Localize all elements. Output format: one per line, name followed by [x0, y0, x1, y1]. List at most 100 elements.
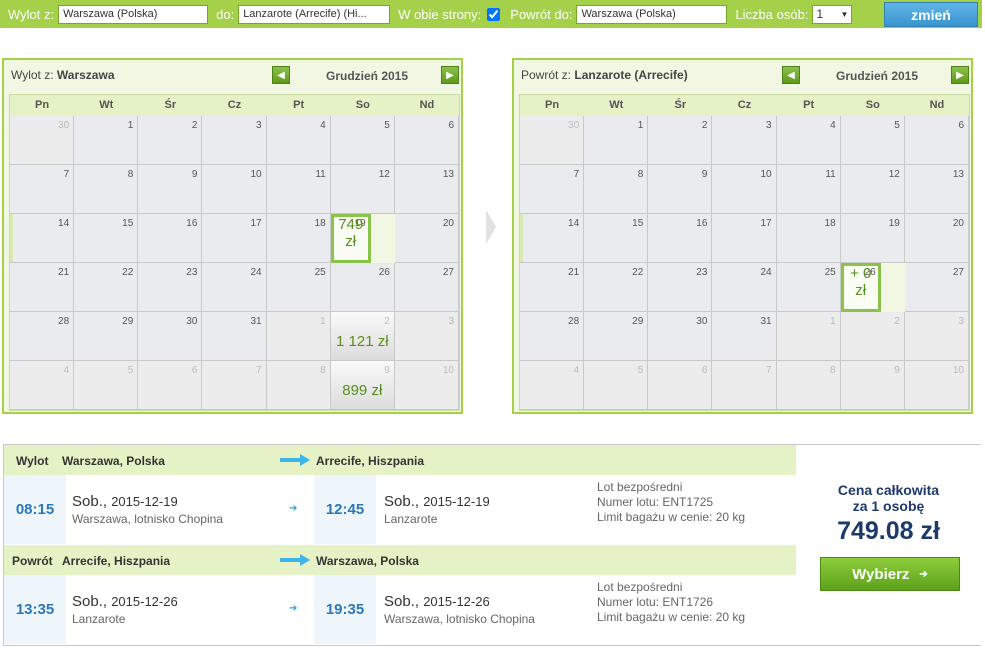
- day-number: 17: [760, 218, 772, 229]
- inbound-flight-number: Numer lotu: ENT1726: [597, 595, 714, 609]
- calendar-day: 5: [74, 361, 139, 410]
- arrow-right-icon: ➔: [289, 603, 298, 614]
- calendar-day-priced[interactable]: 2 1 121 zł: [330, 312, 395, 361]
- calendar-day: 13: [904, 165, 969, 214]
- day-number: 15: [122, 218, 134, 229]
- calendar-day: 22: [74, 263, 139, 312]
- weekday-2: Śr: [674, 99, 687, 111]
- day-number: 3: [448, 316, 454, 327]
- weekday-4: Pt: [803, 99, 815, 111]
- calendar-day: 10: [712, 165, 777, 214]
- calendar-day: 28: [520, 312, 585, 361]
- calendar-day: 16: [648, 214, 713, 263]
- calendar-day-priced[interactable]: 19 749 zł: [330, 214, 371, 263]
- arrow-right-icon: [280, 554, 310, 566]
- day-price: 1 121 zł: [336, 333, 389, 350]
- day-number: 5: [637, 365, 644, 376]
- calendar-day-priced[interactable]: 9 899 zł: [330, 361, 395, 410]
- outbound-dep-place: Warszawa, lotnisko Chopina: [72, 512, 223, 526]
- day-number: 7: [63, 169, 70, 180]
- day-number: 22: [122, 267, 134, 278]
- calendar-day: 31: [712, 312, 777, 361]
- prev-month-icon[interactable]: ◀: [272, 66, 290, 84]
- day-number: 24: [760, 267, 772, 278]
- day-number: 18: [824, 218, 836, 229]
- day-number: 26: [378, 267, 390, 278]
- weekday-0: Pn: [35, 99, 50, 111]
- calendar-day: 5: [840, 116, 905, 165]
- day-number: 10: [760, 169, 772, 180]
- calendar-day: 8: [266, 361, 331, 410]
- weekday-header: Pn Wt Śr Cz Pt So Nd: [10, 95, 459, 116]
- people-label: Liczba osób:: [735, 6, 809, 22]
- day-number: 2: [191, 120, 198, 131]
- inbound-dep-time: 13:35: [4, 575, 66, 644]
- calendar-day: 3: [712, 116, 777, 165]
- day-number: 30: [696, 316, 708, 327]
- both-ways-checkbox[interactable]: [487, 7, 501, 21]
- day-number: 20: [442, 218, 454, 229]
- calendar-day: 1: [776, 312, 841, 361]
- outbound-header: Wylot Warszawa, Polska Arrecife, Hiszpan…: [4, 445, 796, 475]
- return-calendar: Powrót z: Lanzarote (Arrecife) ◀ Grudzie…: [512, 58, 973, 414]
- day-number: 30: [58, 120, 70, 131]
- change-search-button[interactable]: zmień: [884, 2, 978, 27]
- day-number: 1: [637, 120, 644, 131]
- both-ways-label: W obie strony:: [398, 6, 482, 22]
- weekday-1: Wt: [99, 99, 114, 111]
- day-number: 7: [573, 169, 580, 180]
- weekday-6: Nd: [929, 99, 945, 111]
- select-button-label: Wybierz: [852, 565, 910, 583]
- from-label: Wylot z:: [8, 6, 55, 22]
- calendar-day: 30: [520, 116, 585, 165]
- next-month-icon[interactable]: ▶: [441, 66, 459, 84]
- day-number: 28: [568, 316, 580, 327]
- people-select[interactable]: 1 ▼: [812, 4, 853, 24]
- outbound-month: Grudzień 2015: [326, 69, 409, 83]
- day-number: 2: [894, 316, 900, 327]
- calendar-day: 2: [840, 312, 905, 361]
- calendar-day: 4: [10, 361, 75, 410]
- day-number: 5: [127, 365, 134, 376]
- inbound-details: 13:35 Sob., 2015-12-26 Lanzarote ➔ 19:35…: [4, 575, 796, 644]
- inbound-arr-day: Sob.,: [384, 593, 420, 610]
- price-label-line1: Cena całkowita: [837, 482, 940, 498]
- from-input[interactable]: [58, 4, 209, 24]
- calendar-day: 10: [394, 361, 459, 410]
- calendar-day-priced[interactable]: 26 + 0 zł: [840, 263, 881, 312]
- return-title-city: Lanzarote (Arrecife): [574, 68, 688, 82]
- outbound-label: Wylot: [16, 454, 49, 468]
- calendar-day: 15: [74, 214, 139, 263]
- return-input[interactable]: [576, 4, 728, 24]
- day-number: 8: [637, 169, 644, 180]
- outbound-calendar-title: Wylot z: Warszawa: [11, 68, 115, 82]
- day-number: 22: [632, 267, 644, 278]
- select-button[interactable]: Wybierz ➔: [820, 557, 960, 591]
- next-month-icon[interactable]: ▶: [951, 66, 969, 84]
- day-number: 2: [701, 120, 708, 131]
- inbound-dep-day: Sob.,: [72, 593, 108, 610]
- calendar-day: 5: [330, 116, 395, 165]
- inbound-arr-date: Sob., 2015-12-26: [384, 593, 490, 610]
- day-price: + 0 zł: [850, 265, 872, 299]
- day-number: 20: [952, 218, 964, 229]
- day-number: 30: [568, 120, 580, 131]
- inbound-baggage: Limit bagażu w cenie: 20 kg: [597, 610, 746, 624]
- day-number: 6: [701, 365, 708, 376]
- calendar-separator-icon: [486, 210, 496, 244]
- outbound-dep-day: Sob.,: [72, 493, 108, 510]
- weekday-2: Śr: [164, 99, 177, 111]
- outbound-baggage: Limit bagażu w cenie: 20 kg: [597, 510, 746, 524]
- return-title-prefix: Powrót z:: [521, 68, 572, 82]
- calendar-day: 30: [10, 116, 75, 165]
- day-number: 14: [568, 218, 580, 229]
- prev-month-icon[interactable]: ◀: [782, 66, 800, 84]
- inbound-arr-place: Warszawa, lotnisko Chopina: [384, 612, 535, 626]
- calendar-day: 20: [904, 214, 969, 263]
- day-price: 749 zł: [338, 216, 364, 250]
- to-input[interactable]: [238, 4, 391, 24]
- weekday-5: So: [865, 99, 880, 111]
- weekday-4: Pt: [293, 99, 305, 111]
- calendar-day: 18: [776, 214, 841, 263]
- day-number: 6: [191, 365, 198, 376]
